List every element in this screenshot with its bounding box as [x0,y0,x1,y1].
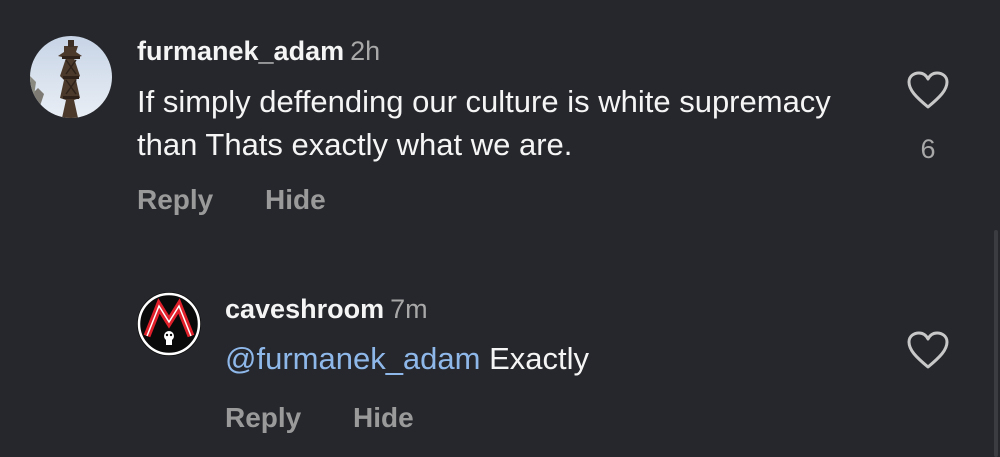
mention-link[interactable]: @furmanek_adam [225,341,480,376]
heart-icon[interactable] [906,330,950,370]
reply-button[interactable]: Reply [137,184,213,216]
comment-item: furmanek_adam 2h If simply deffending our… [0,0,1000,230]
timestamp: 7m [390,294,428,324]
like-count: 6 [920,134,936,164]
comment-header: furmanek_adam 2h [137,35,380,67]
comment-actions: Reply Hide [225,402,414,434]
avatar[interactable] [30,36,112,118]
scrollbar[interactable] [994,230,998,457]
comment-header: caveshroom 7m [225,293,428,325]
heart-icon[interactable] [906,70,950,110]
hide-button[interactable]: Hide [265,184,326,216]
comment-body: Exactly [489,341,590,376]
reply-item: caveshroom 7m @furmanek_adam Exactly Repl… [0,230,1000,457]
red-logo-avatar-icon [137,292,201,356]
tower-photo-avatar-icon [30,36,112,118]
username[interactable]: furmanek_adam [137,36,344,66]
hide-button[interactable]: Hide [353,402,414,434]
comment-text: @furmanek_adam Exactly [225,337,865,380]
avatar[interactable] [137,292,201,356]
reply-button[interactable]: Reply [225,402,301,434]
comment-actions: Reply Hide [137,184,326,216]
username[interactable]: caveshroom [225,294,384,324]
comment-text: If simply deffending our culture is whit… [137,84,831,162]
timestamp: 2h [350,36,381,66]
